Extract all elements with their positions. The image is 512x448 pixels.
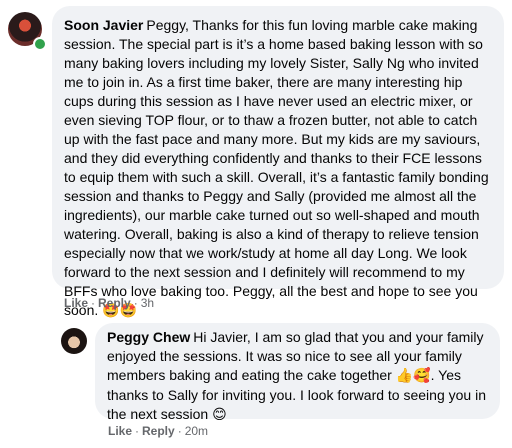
separator: · bbox=[177, 424, 182, 438]
comment-actions: Like · Reply · 3h bbox=[64, 296, 154, 310]
reply-button[interactable]: Reply bbox=[98, 296, 131, 310]
comment-text: Peggy, Thanks for this fun loving marble… bbox=[64, 17, 489, 318]
like-button[interactable]: Like bbox=[64, 296, 88, 310]
comment-bubble: Soon Javier Peggy, Thanks for this fun lo… bbox=[52, 6, 504, 319]
replier-avatar[interactable] bbox=[61, 328, 87, 354]
online-status-icon bbox=[33, 37, 47, 51]
reply-bubble: Peggy Chew Hi Javier, I am so glad that y… bbox=[95, 323, 500, 423]
like-button[interactable]: Like bbox=[108, 424, 132, 438]
comment-author[interactable]: Soon Javier bbox=[64, 17, 143, 33]
reply-timestamp[interactable]: 20m bbox=[185, 424, 208, 438]
reply-author[interactable]: Peggy Chew bbox=[107, 329, 190, 345]
reply-actions: Like · Reply · 20m bbox=[108, 424, 208, 438]
separator: · bbox=[133, 296, 138, 310]
reply-button[interactable]: Reply bbox=[142, 424, 175, 438]
smiling-emoji-icon: 😊 bbox=[212, 407, 227, 423]
separator: · bbox=[91, 296, 96, 310]
comment-timestamp[interactable]: 3h bbox=[141, 296, 154, 310]
separator: · bbox=[135, 424, 140, 438]
thumbs-up-heart-emoji-icon: 👍🥰 bbox=[395, 368, 431, 384]
